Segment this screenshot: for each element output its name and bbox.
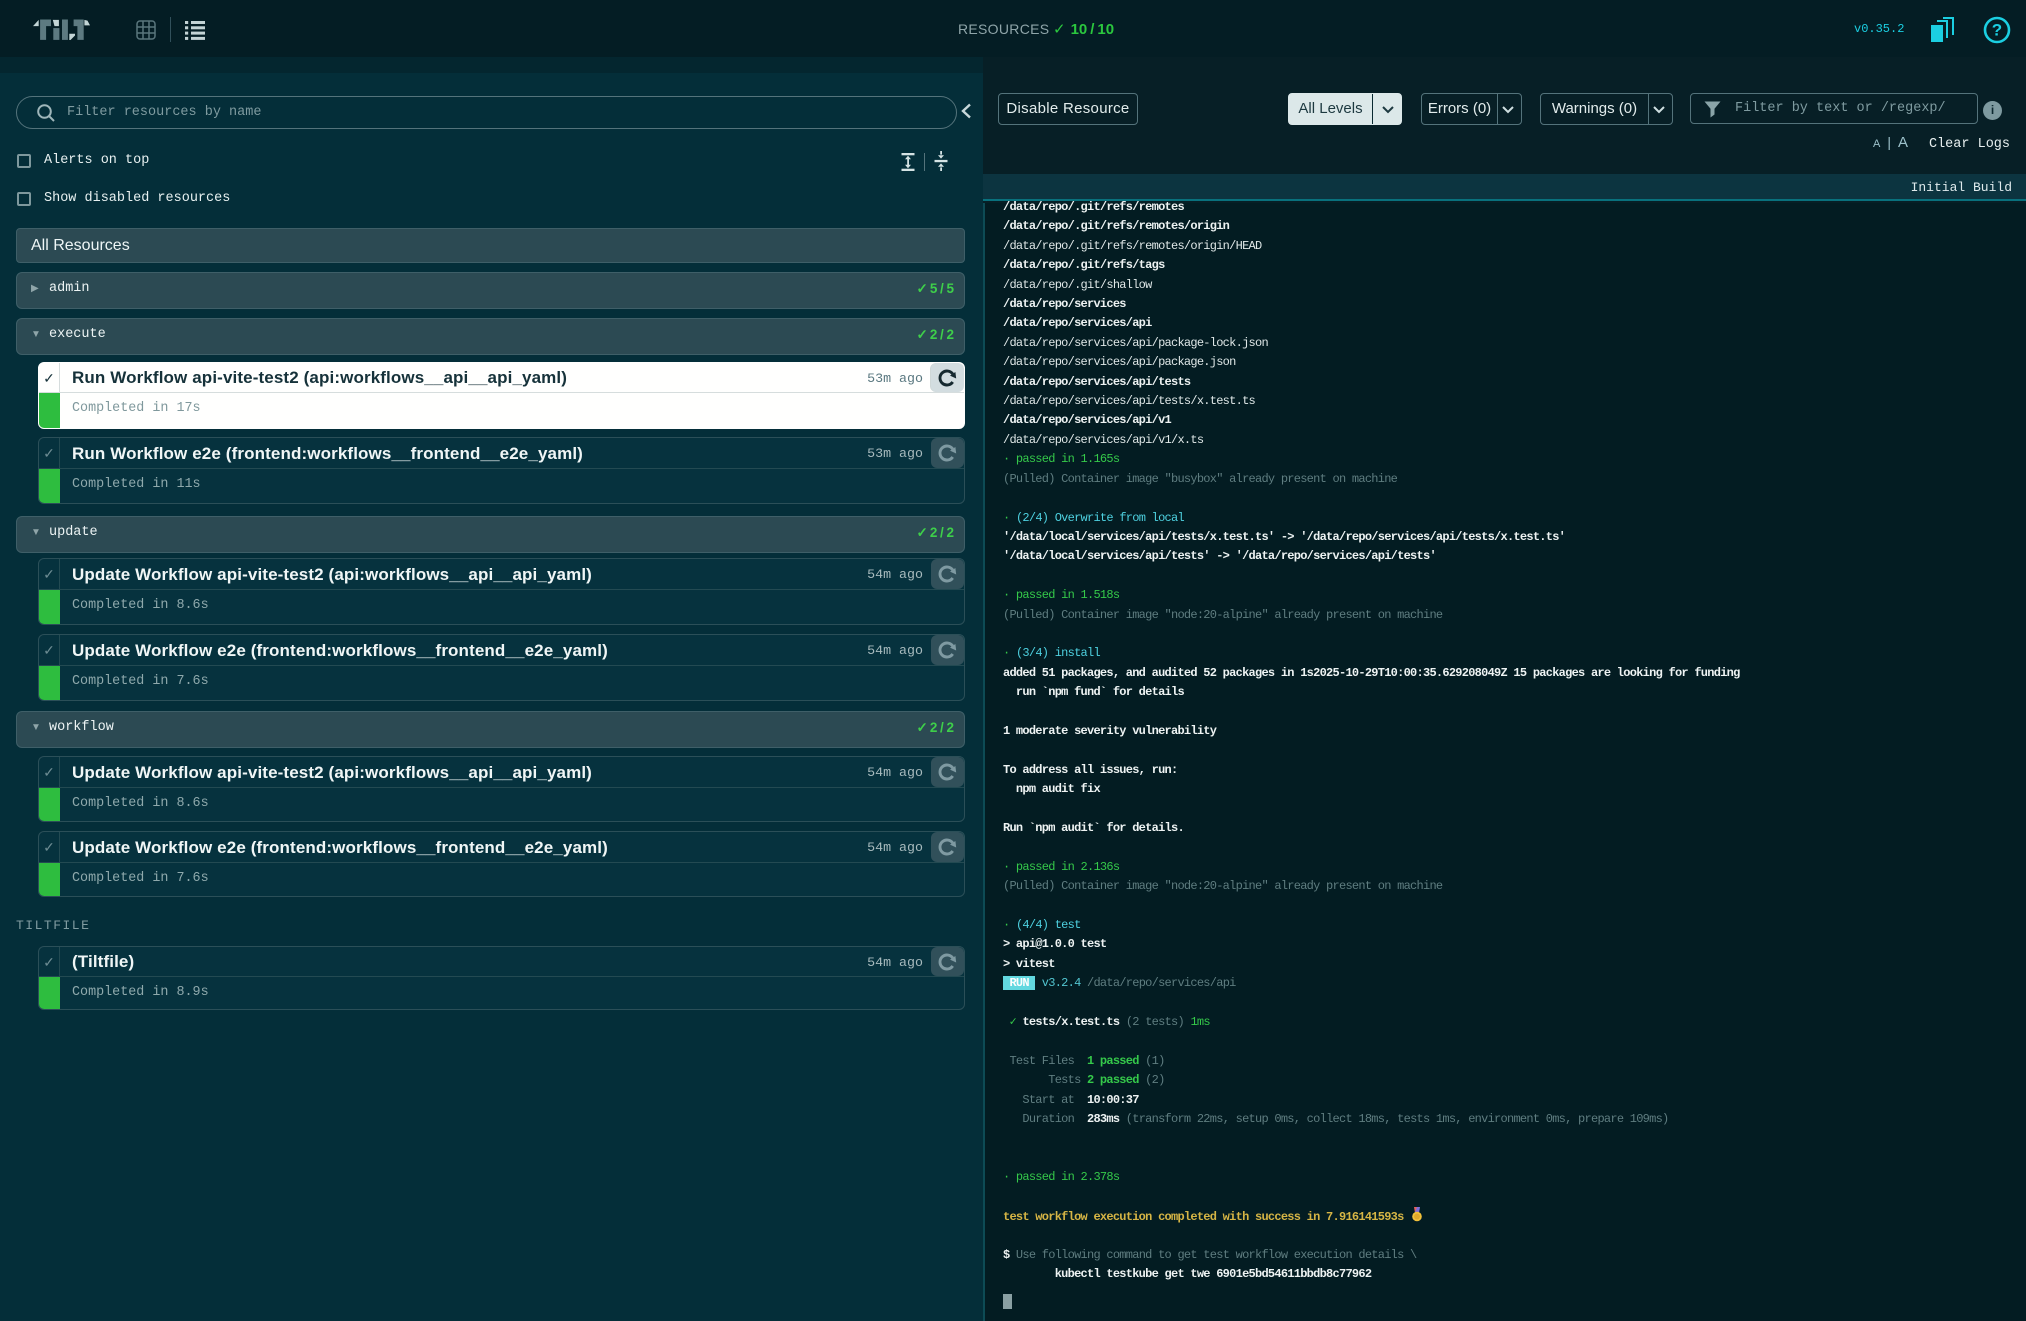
svg-text:?: ? <box>1992 21 2002 40</box>
